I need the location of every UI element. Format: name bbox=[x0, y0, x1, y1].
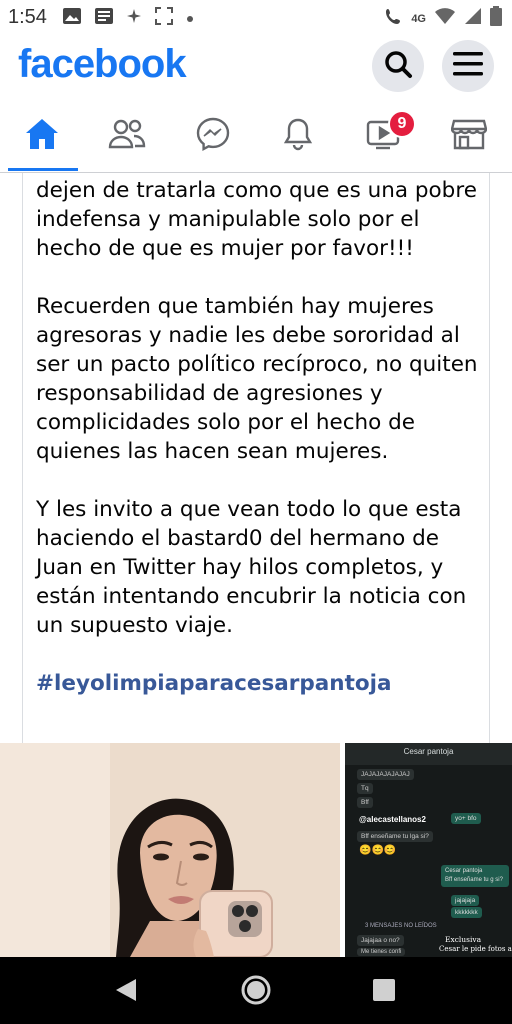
card-divider-left bbox=[22, 173, 23, 743]
messenger-icon bbox=[195, 116, 231, 157]
news-icon bbox=[94, 7, 114, 30]
menu-button[interactable] bbox=[442, 40, 494, 92]
network-type: 4G bbox=[411, 12, 426, 25]
chat-bubble: jajajaja bbox=[451, 895, 480, 906]
unread-divider: 3 MENSAJES NO LEÍDOS bbox=[365, 923, 437, 929]
chat-bubble: JAJAJAJAJAJAJ bbox=[357, 769, 414, 780]
app-header: facebook bbox=[0, 36, 512, 102]
tab-marketplace[interactable] bbox=[439, 112, 499, 160]
recents-icon[interactable] bbox=[372, 978, 396, 1007]
store-icon bbox=[450, 117, 488, 156]
chat-bubble: Bff bbox=[357, 797, 373, 808]
post-images: Cesar pantoja JAJAJAJAJAJAJ Tq Bff @alec… bbox=[0, 743, 512, 957]
home-circle-icon[interactable] bbox=[240, 974, 272, 1011]
chat-bubble: yo+ bfo bbox=[451, 813, 481, 824]
image-icon bbox=[62, 7, 82, 30]
signal-icon bbox=[464, 7, 482, 30]
friends-icon bbox=[108, 118, 146, 155]
photo-selfie[interactable] bbox=[0, 743, 340, 957]
home-icon bbox=[24, 117, 60, 156]
back-icon[interactable] bbox=[114, 977, 138, 1008]
chat-reply-bubble: Cesar pantoja Bff enseñame tu g si? bbox=[441, 865, 509, 887]
wifi-icon bbox=[434, 7, 456, 30]
dot-icon bbox=[186, 10, 194, 28]
battery-icon bbox=[490, 6, 502, 31]
tab-home[interactable] bbox=[12, 112, 72, 160]
tab-messenger[interactable] bbox=[183, 112, 243, 160]
watch-badge: 9 bbox=[388, 110, 416, 138]
chat-bubble: Bff enseñame tu lga si? bbox=[357, 831, 433, 842]
caption-exclusive: Exclusiva bbox=[445, 935, 482, 944]
bell-icon bbox=[282, 117, 314, 156]
hashtag-link[interactable]: #leyolimpiaparacesarpantoja bbox=[36, 669, 481, 698]
system-nav-bar bbox=[0, 957, 512, 1024]
post-paragraph: Recuerden que también hay mujeres agreso… bbox=[36, 294, 478, 464]
tab-notifications[interactable] bbox=[268, 112, 328, 160]
chat-bubble: Jajajaa o no? bbox=[357, 935, 404, 946]
screenshot-icon bbox=[154, 6, 174, 31]
status-bar: 1:54 4G bbox=[0, 0, 512, 36]
chat-emojis: 😊😊😊 bbox=[359, 845, 397, 856]
watermark-handle: @alecastellanos2 bbox=[359, 815, 426, 824]
tab-friends[interactable] bbox=[97, 112, 157, 160]
call-icon bbox=[385, 7, 403, 30]
post-paragraph: Y les invito a que vean todo lo que esta… bbox=[36, 497, 467, 638]
photo-chat-screenshot[interactable]: Cesar pantoja JAJAJAJAJAJAJ Tq Bff @alec… bbox=[345, 743, 512, 957]
main-nav bbox=[0, 102, 512, 173]
sparkle-icon bbox=[126, 8, 142, 29]
reply-text: Bff enseñame tu g si? bbox=[445, 877, 503, 883]
chat-bubble: kkkkkkk bbox=[451, 907, 482, 918]
post-body: poder agredir y encubrir agresiones, dej… bbox=[36, 173, 481, 727]
menu-icon bbox=[453, 51, 483, 82]
active-tab-indicator bbox=[8, 168, 78, 171]
caption-line: Cesar le pide fotos a bbox=[439, 945, 512, 953]
chat-bubble: Me tienes confi bbox=[357, 948, 406, 956]
chat-title: Cesar pantoja bbox=[403, 747, 454, 756]
facebook-logo[interactable]: facebook bbox=[18, 42, 187, 87]
post-card: poder agredir y encubrir agresiones, dej… bbox=[0, 173, 512, 743]
chat-bubble: Tq bbox=[357, 783, 373, 794]
reply-name: Cesar pantoja bbox=[445, 868, 483, 874]
card-divider-right bbox=[489, 173, 490, 743]
search-button[interactable] bbox=[372, 40, 424, 92]
post-paragraph: poder agredir y encubrir agresiones, dej… bbox=[36, 173, 477, 261]
search-icon bbox=[383, 49, 413, 84]
status-time: 1:54 bbox=[8, 6, 47, 28]
